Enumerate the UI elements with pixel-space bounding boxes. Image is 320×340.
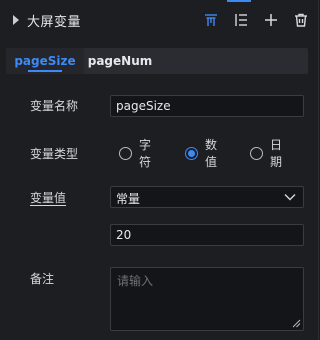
tab-pagesize[interactable]: pageSize	[6, 48, 84, 74]
panel-title: 大屏变量	[27, 15, 82, 30]
variables-panel: 大屏变量 pageSize pageNum 变量名称 pageSize 变量类型	[0, 0, 319, 340]
variable-type-label: 变量类型	[30, 147, 79, 161]
value-mode-selected: 常量	[116, 192, 141, 206]
radio-label: 日期	[270, 138, 283, 169]
remark-label: 备注	[30, 272, 55, 286]
value-mode-select[interactable]: 常量	[110, 186, 304, 208]
remark-placeholder: 请输入	[117, 274, 154, 288]
panel-header: 大屏变量	[0, 0, 319, 40]
radio-string[interactable]: 字符	[119, 138, 151, 169]
radio-label: 字符	[139, 138, 152, 169]
variable-name-label: 变量名称	[30, 99, 79, 113]
chevron-down-icon	[284, 194, 296, 201]
variable-value-input[interactable]: 20	[110, 224, 304, 246]
resize-grip-icon[interactable]	[292, 319, 301, 328]
variable-tabs: pageSize pageNum	[6, 48, 308, 74]
radio-label: 数值	[205, 138, 218, 169]
remark-textarea[interactable]: 请输入	[110, 267, 304, 331]
radio-number[interactable]: 数值	[185, 138, 217, 169]
list-settings-icon[interactable]	[233, 12, 249, 28]
variable-name-input[interactable]: pageSize	[110, 95, 304, 117]
filter-icon[interactable]	[203, 12, 219, 28]
radio-date[interactable]: 日期	[250, 138, 282, 169]
radio-circle-icon	[250, 146, 263, 160]
delete-icon[interactable]	[293, 12, 309, 28]
tab-pagenum[interactable]: pageNum	[84, 48, 156, 74]
radio-circle-icon	[119, 146, 132, 160]
collapse-caret-icon[interactable]	[13, 15, 19, 25]
variable-value-label[interactable]: 变量值	[30, 189, 66, 206]
radio-checked-icon	[185, 146, 198, 160]
add-icon[interactable]	[263, 12, 279, 28]
